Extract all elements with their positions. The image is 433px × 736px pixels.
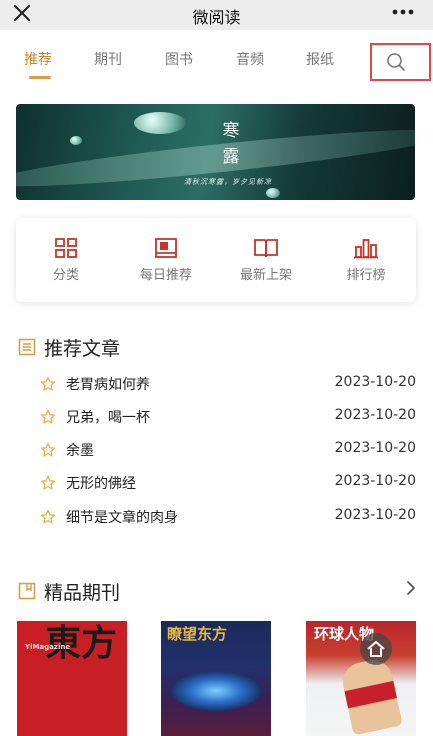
star-icon	[40, 509, 56, 524]
article-item[interactable]: 余墨 2023-10-20	[40, 440, 416, 460]
home-icon	[367, 641, 385, 657]
open-book-icon	[254, 239, 278, 258]
star-icon	[40, 376, 56, 391]
shortcut-category[interactable]: 分类	[16, 237, 116, 283]
tab-recommend[interactable]: 推荐	[24, 49, 52, 69]
shortcut-ranking[interactable]: 排行榜	[316, 237, 416, 283]
article-date: 2023-10-20	[334, 507, 416, 523]
article-item[interactable]: 细节是文章的肉身 2023-10-20	[40, 507, 416, 527]
shortcut-label: 最新上架	[239, 268, 292, 283]
star-icon	[40, 409, 56, 424]
home-button[interactable]	[360, 633, 392, 665]
article-item[interactable]: 兄弟，喝一杯 2023-10-20	[40, 407, 416, 427]
shortcut-label: 分类	[52, 268, 79, 283]
article-title: 余墨	[66, 443, 94, 459]
water-drop	[266, 188, 280, 198]
tab-newspapers[interactable]: 报纸	[306, 49, 334, 69]
banner-title-line1: 寒	[222, 121, 240, 141]
article-date: 2023-10-20	[334, 473, 416, 489]
cover-image	[339, 656, 403, 736]
article-title: 无形的佛经	[66, 476, 136, 492]
section-title: 推荐文章	[44, 338, 121, 360]
tab-journals[interactable]: 期刊	[94, 49, 122, 69]
article-date: 2023-10-20	[334, 440, 416, 456]
article-title: 老胃病如何养	[66, 377, 150, 393]
more-button[interactable]	[391, 3, 415, 21]
document-list-icon	[18, 338, 36, 356]
cover-image	[171, 671, 261, 711]
banner-carousel[interactable]: 寒 露 清秋沉寒露，岁夕见新凉	[16, 104, 415, 200]
article-item[interactable]: 无形的佛经 2023-10-20	[40, 473, 416, 493]
category-tabs: 推荐 期刊 图书 音频 报纸	[0, 30, 433, 88]
banner-title: 寒 露	[216, 118, 246, 170]
article-date: 2023-10-20	[334, 374, 416, 390]
journal-cover[interactable]: 東方 YiMagazine	[17, 621, 127, 736]
more-dots-icon	[392, 9, 414, 15]
search-button[interactable]	[370, 43, 431, 81]
cover-subtitle: YiMagazine	[25, 643, 71, 651]
water-drop	[134, 112, 186, 134]
search-icon	[387, 53, 405, 71]
active-tab-indicator	[29, 76, 51, 79]
tab-books[interactable]: 图书	[165, 49, 193, 69]
cover-masthead: 瞭望东方	[167, 625, 228, 643]
journal-cover[interactable]: 环球人物	[306, 621, 416, 736]
grid-icon	[55, 238, 77, 258]
section-title: 精品期刊	[44, 582, 121, 604]
water-drop	[70, 136, 82, 145]
tab-audio[interactable]: 音频	[236, 49, 264, 69]
shortcut-label: 排行榜	[346, 268, 386, 283]
shortcut-panel: 分类 每日推荐 最新上架 排行榜	[16, 218, 416, 302]
star-icon	[40, 475, 56, 490]
article-title: 细节是文章的肉身	[66, 510, 178, 526]
page-title: 微阅读	[192, 8, 241, 27]
title-bar: 微阅读	[0, 0, 433, 30]
banner-title-line2: 露	[222, 147, 240, 167]
star-icon	[40, 442, 56, 457]
shortcut-daily-recommend[interactable]: 每日推荐	[116, 237, 216, 283]
article-item[interactable]: 老胃病如何养 2023-10-20	[40, 374, 416, 394]
chevron-right-icon[interactable]	[405, 580, 417, 596]
banner-subtitle: 清秋沉寒露，岁夕见新凉	[184, 178, 272, 186]
article-date: 2023-10-20	[334, 407, 416, 423]
journal-cover[interactable]: 瞭望东方	[161, 621, 271, 736]
bar-chart-icon	[354, 239, 378, 259]
shortcut-new-arrivals[interactable]: 最新上架	[216, 237, 316, 283]
article-title: 兄弟，喝一杯	[66, 410, 150, 426]
bookmark-card-icon	[155, 238, 177, 258]
magazine-icon	[18, 582, 36, 600]
journal-cover-list: 東方 YiMagazine 瞭望东方 环球人物	[17, 621, 417, 736]
shortcut-label: 每日推荐	[139, 268, 192, 283]
